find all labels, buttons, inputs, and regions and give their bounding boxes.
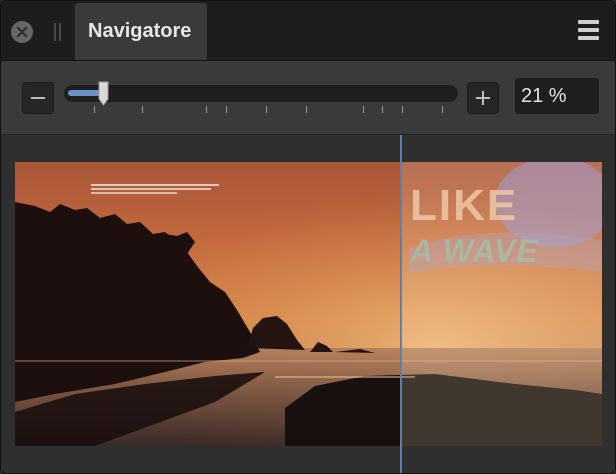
zoom-percentage-field[interactable]: 21 % [515, 78, 599, 114]
close-panel-button[interactable] [11, 21, 33, 43]
zoom-slider[interactable] [64, 85, 458, 102]
close-icon [16, 26, 28, 38]
zoom-slider-thumb[interactable] [98, 81, 109, 106]
zoom-value: 21 % [521, 85, 567, 107]
navigator-preview[interactable]: LIKE A WAVE [1, 135, 615, 473]
tab-navigatore[interactable]: Navigatore [75, 3, 207, 60]
navigator-panel: Navigatore 21 % LIKE A WAVE [0, 0, 616, 474]
panel-title-bar: Navigatore [1, 1, 615, 61]
hamburger-menu-icon[interactable] [578, 20, 599, 41]
zoom-in-button[interactable] [467, 82, 499, 114]
visible-area-rectangle[interactable] [401, 162, 602, 446]
visible-area-edge[interactable] [400, 135, 402, 473]
grip-icon[interactable] [54, 23, 62, 41]
plus-icon [476, 91, 490, 105]
zoom-toolbar: 21 % [1, 61, 615, 135]
tab-label: Navigatore [88, 20, 192, 42]
